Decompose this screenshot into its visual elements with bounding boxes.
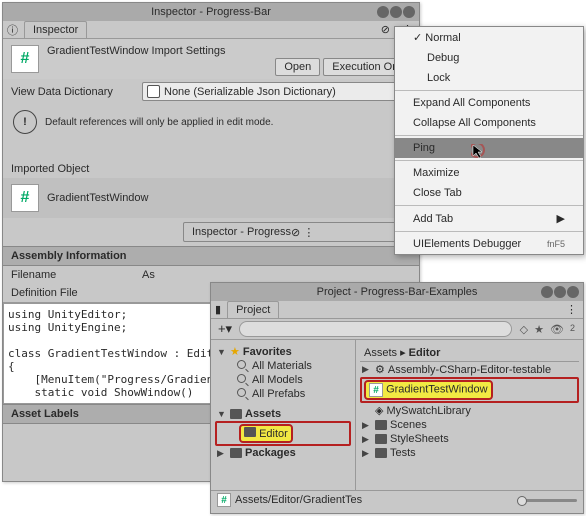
folder-icon: [375, 420, 387, 430]
info-icon: ⓘ: [3, 22, 22, 38]
search-icon: [237, 388, 249, 400]
tab-project[interactable]: Project: [227, 301, 279, 318]
info-message: ! Default references will only be applie…: [3, 104, 419, 140]
inspector-titlebar: Inspector - Progress-Bar: [3, 3, 419, 21]
tab-menu-icon[interactable]: ⋮: [560, 303, 583, 316]
asset-title: GradientTestWindow Import Settings: [47, 45, 411, 57]
view-data-field[interactable]: None (Serializable Json Dictionary): [142, 82, 411, 101]
menu-expand-all: Expand All Components: [395, 93, 583, 113]
menu-debug[interactable]: Debug: [395, 48, 583, 68]
list-item[interactable]: ◈ MySwatchLibrary: [360, 403, 579, 418]
inspector-title: Inspector - Progress-Bar: [151, 6, 271, 18]
breadcrumb: Assets ▸ Editor: [360, 344, 579, 362]
deffile-label: Definition File: [11, 287, 78, 299]
project-toolbar: +▾ ◇ ★ 👁 2: [211, 319, 583, 340]
asset-header: # GradientTestWindow Import Settings Ope…: [3, 39, 419, 79]
favorite-icon[interactable]: ★: [534, 323, 544, 336]
list-item[interactable]: ▶⚙ Assembly-CSharp-Editor-testable: [360, 362, 579, 377]
folder-icon: ▮: [211, 303, 225, 316]
project-title: Project - Progress-Bar-Examples: [317, 286, 478, 298]
script-icon: #: [369, 383, 383, 397]
search-input[interactable]: [239, 321, 512, 337]
project-footer: # Assets/Editor/GradientTes: [211, 490, 583, 509]
assets-node[interactable]: ▼Assets: [215, 407, 351, 421]
checkbox[interactable]: [147, 85, 160, 98]
filename-label: Filename: [11, 269, 136, 281]
context-menu: ✓ Normal Debug Lock Expand All Component…: [394, 26, 584, 255]
hidden-icon[interactable]: 👁: [550, 323, 564, 336]
project-window: Project - Progress-Bar-Examples ▮ Projec…: [210, 282, 584, 514]
menu-ping[interactable]: Ping: [395, 138, 583, 158]
crumb-assets[interactable]: Assets: [364, 347, 397, 359]
exclamation-icon: !: [13, 110, 37, 134]
menu-add-tab[interactable]: Add Tab▶: [395, 208, 583, 229]
imported-name: GradientTestWindow: [47, 192, 149, 204]
menu-uielements-debugger[interactable]: UIElements DebuggerfnF5: [395, 234, 583, 254]
gradient-test-window-item[interactable]: # GradientTestWindow: [360, 377, 579, 403]
packages-node[interactable]: ▶Packages: [215, 446, 351, 460]
project-tabbar: ▮ Project ⋮: [211, 301, 583, 319]
hidden-count: 2: [570, 323, 575, 336]
window-controls[interactable]: [377, 6, 415, 18]
inspector-tabbar: ⓘ Inspector ⊘ ⋮: [3, 21, 419, 39]
project-tree: ▼★Favorites All Materials All Models All…: [211, 340, 356, 490]
tab-inspector[interactable]: Inspector: [24, 21, 87, 38]
imported-header: # GradientTestWindow: [3, 178, 419, 218]
star-icon: ★: [230, 345, 240, 358]
footer-path: Assets/Editor/GradientTes: [235, 494, 362, 506]
nested-tabbar: Inspector - Progress⊘ ⋮: [3, 222, 419, 242]
script-icon: #: [217, 493, 231, 507]
menu-close-tab[interactable]: Close Tab: [395, 183, 583, 203]
imported-object-label: Imported Object: [3, 160, 419, 178]
script-icon: #: [11, 45, 39, 73]
project-content: Assets ▸ Editor ▶⚙ Assembly-CSharp-Edito…: [356, 340, 583, 490]
list-item[interactable]: ▶ Tests: [360, 446, 579, 460]
folder-icon: [244, 427, 256, 437]
list-item[interactable]: ▶ Scenes: [360, 418, 579, 432]
all-prefabs[interactable]: All Prefabs: [215, 387, 351, 401]
script-icon: #: [11, 184, 39, 212]
open-button[interactable]: Open: [275, 58, 320, 76]
menu-maximize: Maximize: [395, 163, 583, 183]
search-icon: [237, 374, 249, 386]
filter-icon[interactable]: ◇: [520, 323, 528, 336]
window-controls[interactable]: [541, 286, 579, 298]
tab-menu-icon[interactable]: ⊘ ⋮: [291, 226, 314, 239]
folder-icon: [230, 409, 242, 419]
editor-folder[interactable]: Editor: [215, 421, 351, 446]
folder-icon: [375, 434, 387, 444]
all-materials[interactable]: All Materials: [215, 359, 351, 373]
chevron-right-icon: ▶: [557, 212, 565, 225]
project-titlebar: Project - Progress-Bar-Examples: [211, 283, 583, 301]
thumbnail-size-slider[interactable]: [517, 499, 577, 502]
view-data-label: View Data Dictionary: [11, 86, 136, 98]
filename-value: As: [142, 269, 155, 281]
create-button[interactable]: +▾: [215, 321, 235, 337]
list-item[interactable]: ▶ StyleSheets: [360, 432, 579, 446]
folder-icon: [230, 448, 242, 458]
view-data-row: View Data Dictionary None (Serializable …: [3, 79, 419, 104]
folder-icon: [375, 448, 387, 458]
nested-tab[interactable]: Inspector - Progress: [192, 226, 291, 238]
crumb-editor[interactable]: Editor: [409, 347, 441, 359]
tab-lock-icon[interactable]: ⊘: [375, 23, 396, 36]
menu-normal[interactable]: ✓ Normal: [395, 27, 583, 48]
menu-lock[interactable]: Lock: [395, 68, 583, 88]
menu-collapse-all: Collapse All Components: [395, 113, 583, 133]
all-models[interactable]: All Models: [215, 373, 351, 387]
mouse-cursor: [471, 144, 487, 160]
search-icon: [237, 360, 249, 372]
favorites-node[interactable]: ▼★Favorites: [215, 344, 351, 359]
assembly-info-header[interactable]: Assembly Information: [3, 246, 419, 266]
